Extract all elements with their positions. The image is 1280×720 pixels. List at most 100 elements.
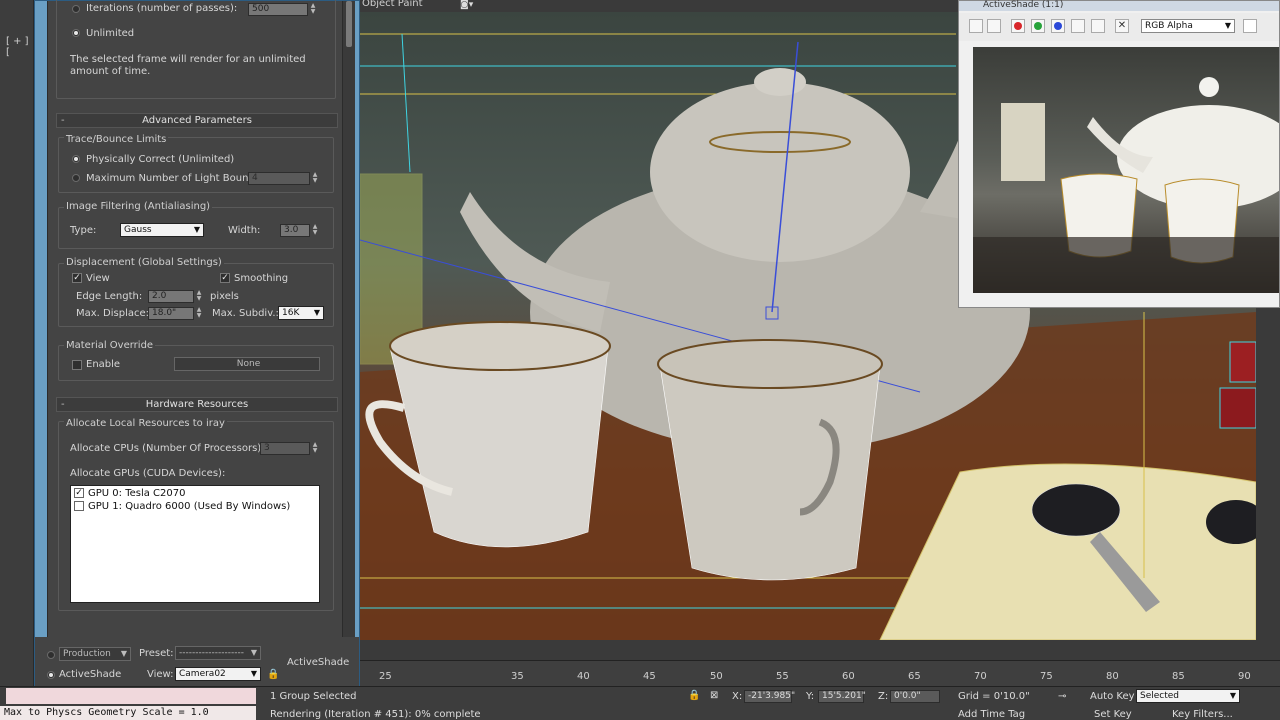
max-bounces-spinner[interactable]: 4 ▲ ▼ [248,172,317,185]
gpu-1-checkbox[interactable] [74,501,84,511]
spinner-arrows-icon[interactable]: ▲ ▼ [310,224,320,237]
gpu-list[interactable]: ✓ GPU 0: Tesla C2070 GPU 1: Quadro 6000 (… [70,485,320,603]
selection-set-value: Selected [1140,691,1180,701]
timeline[interactable]: 25 35 40 45 50 55 60 65 70 75 80 85 90 [360,660,1280,686]
edge-length-label: Edge Length: [76,291,143,302]
timeline-tick: 70 [974,671,987,682]
viewport-label[interactable]: [ + ] [ [6,36,33,58]
maxscript-output[interactable]: Max to Physcs Geometry Scale = 1.0 [0,706,256,720]
activeshade-title: ActiveShade (1:1) [959,1,1279,11]
unlimited-radio[interactable] [72,29,80,37]
chevron-down-icon: ▼ [1224,21,1231,30]
rollout-title: Advanced Parameters [142,115,252,126]
z-coordinate-field[interactable]: 0'0.0" [890,690,940,703]
add-time-tag-button[interactable]: Add Time Tag [958,709,1025,720]
chevron-down-icon: ▼ [193,225,200,234]
monochrome-icon[interactable] [1091,19,1105,33]
timeline-tick: 50 [710,671,723,682]
clear-icon[interactable]: ✕ [1115,19,1129,33]
gpu-row-1[interactable]: GPU 1: Quadro 6000 (Used By Windows) [74,501,290,513]
spinner-arrows-icon[interactable]: ▲ ▼ [194,290,204,303]
spinner-arrows-icon[interactable]: ▲ ▼ [310,172,320,185]
production-dropdown[interactable]: Production ▼ [59,647,131,661]
max-bounces-radio[interactable] [72,174,80,182]
scrollbar-thumb[interactable] [346,1,352,47]
auto-key-button[interactable]: Auto Key [1090,691,1135,702]
production-radio[interactable] [47,651,55,659]
enable-label: Enable [86,359,121,370]
iterations-spinner[interactable]: 500 ▲ ▼ [248,3,315,16]
gpu-1-label: GPU 1: Quadro 6000 (Used By Windows) [88,501,291,512]
view-dropdown[interactable]: Camera02 ▼ [175,667,261,681]
collapse-icon: - [61,115,65,126]
activeshade-toolbar: ✕ RGB Alpha ▼ [959,13,1279,41]
channel-value: RGB Alpha [1145,21,1193,31]
activeshade-render-button[interactable]: ActiveShade [287,657,349,668]
color-swatch[interactable] [1243,19,1257,33]
alpha-icon[interactable] [1071,19,1085,33]
edge-length-spinner[interactable]: 2.0 ▲ ▼ [148,290,201,303]
view-select-label: View: [147,669,174,680]
enable-checkbox[interactable] [72,360,82,370]
max-subdiv-dropdown[interactable]: 16K ▼ [278,306,324,320]
maxscript-listener-line[interactable] [6,688,256,704]
channel-dropdown[interactable]: RGB Alpha ▼ [1141,19,1235,33]
rollout-hardware-resources[interactable]: - Hardware Resources [56,397,338,412]
iterations-radio[interactable] [72,5,80,13]
key-filters-button[interactable]: Key Filters... [1172,709,1233,720]
activeshade-window[interactable]: ActiveShade (1:1) ✕ RGB Alpha ▼ [958,0,1280,308]
trace-bounce-title: Trace/Bounce Limits [64,134,169,145]
green-channel-button[interactable] [1031,19,1045,33]
red-dot-icon [1014,22,1022,30]
view-checkbox[interactable]: ✓ [72,273,82,283]
spinner-arrows-icon[interactable]: ▲ ▼ [310,442,320,455]
clone-icon[interactable] [987,19,1001,33]
spinner-arrows-icon[interactable]: ▲ ▼ [308,3,318,16]
collapse-icon: - [61,399,65,410]
timeline-tick: 90 [1238,671,1251,682]
material-none-button[interactable]: None [174,357,320,371]
iterations-value: 500 [252,4,270,14]
preset-dropdown[interactable]: -------------------- ▼ [175,646,261,660]
view-value: Camera02 [179,669,226,679]
selection-set-dropdown[interactable]: Selected ▼ [1136,689,1240,703]
camera-dropdown-icon[interactable]: ◙▾ [460,0,473,10]
filter-width-label: Width: [228,225,261,236]
filter-type-dropdown[interactable]: Gauss ▼ [120,223,204,237]
timeline-tick: 65 [908,671,921,682]
x-label: X: [732,691,743,702]
timeline-tick: 40 [577,671,590,682]
smoothing-label: Smoothing [234,273,289,284]
max-displace-spinner[interactable]: 18.0" ▲ ▼ [148,307,201,320]
spinner-arrows-icon[interactable]: ▲ ▼ [194,307,204,320]
save-icon[interactable] [969,19,983,33]
render-progress: Rendering (Iteration # 451): 0% complete [270,709,481,720]
chevron-down-icon: ▼ [1229,691,1236,700]
filter-width-spinner[interactable]: 3.0 ▲ ▼ [280,224,317,237]
key-icon[interactable]: ⊸ [1058,691,1066,702]
timeline-tick: 35 [511,671,524,682]
max-displace-label: Max. Displace: [76,308,149,319]
set-key-button[interactable]: Set Key [1094,709,1132,720]
gpu-0-checkbox[interactable]: ✓ [74,488,84,498]
red-channel-button[interactable] [1011,19,1025,33]
y-coordinate-field[interactable]: 15'5.201" [818,690,866,703]
chevron-down-icon: ▼ [250,648,257,657]
allocate-cpus-value: 3 [264,443,270,453]
x-coordinate-field[interactable]: -21'3.985" [744,690,795,703]
panel-scrollbar[interactable] [343,1,355,637]
timeline-tick: 60 [842,671,855,682]
viewport-mode-label[interactable]: Object Paint [362,0,423,9]
absolute-mode-icon[interactable]: ⊠ [710,690,718,701]
gpu-row-0[interactable]: ✓ GPU 0: Tesla C2070 [74,488,185,500]
activeshade-radio[interactable] [47,671,55,679]
allocate-cpus-spinner[interactable]: 3 ▲ ▼ [260,442,317,455]
lock-selection-icon[interactable]: 🔒 [688,690,700,701]
smoothing-checkbox[interactable]: ✓ [220,273,230,283]
blue-dot-icon [1054,22,1062,30]
rollout-advanced-parameters[interactable]: - Advanced Parameters [56,113,338,128]
physically-correct-radio[interactable] [72,155,80,163]
lock-icon[interactable]: 🔒 [267,669,279,680]
blue-channel-button[interactable] [1051,19,1065,33]
activeshade-render [973,47,1279,293]
